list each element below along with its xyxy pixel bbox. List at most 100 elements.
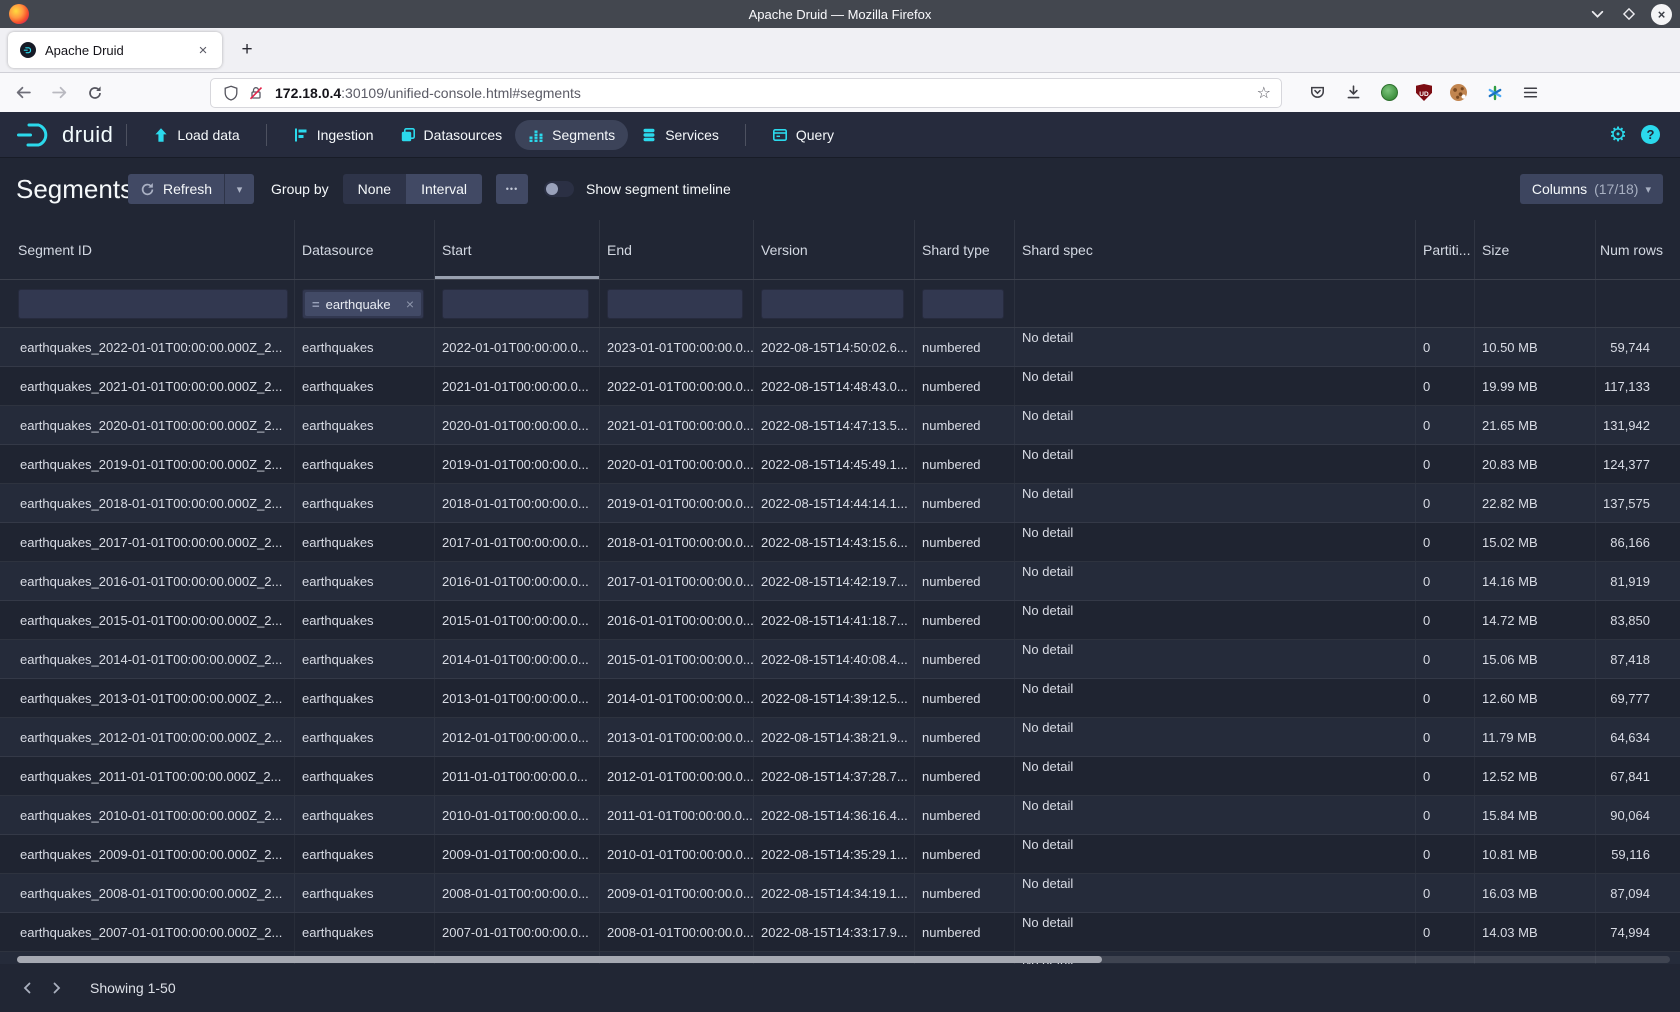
containers-asterisk-icon[interactable] [1485,83,1504,102]
segment-id-cell: earthquakes_2019-01-01T00:00:00.000Z_2..… [0,445,294,483]
help-icon[interactable]: ? [1641,125,1660,144]
segment-id-filter-input[interactable] [18,289,288,319]
toggle-knob [546,183,558,195]
segment-id-cell: earthquakes_2007-01-01T00:00:00.000Z_2..… [0,913,294,951]
table-row[interactable]: earthquakes_2007-01-01T00:00:00.000Z_2..… [0,913,1680,952]
group-by-interval-button[interactable]: Interval [406,174,482,204]
segment-timeline-toggle[interactable] [544,181,574,197]
segment-id-cell: earthquakes_2017-01-01T00:00:00.000Z_2..… [0,523,294,561]
table-row[interactable]: earthquakes_2020-01-01T00:00:00.000Z_2..… [0,406,1680,445]
table-row[interactable]: earthquakes_2010-01-01T00:00:00.000Z_2..… [0,796,1680,835]
window-minimize-icon[interactable] [1587,4,1607,24]
ublock-origin-icon[interactable]: UD [1416,84,1432,101]
cookie-extension-icon[interactable] [1449,83,1468,102]
nav-item-query[interactable]: Query [759,120,847,150]
table-row[interactable]: earthquakes_2018-01-01T00:00:00.000Z_2..… [0,484,1680,523]
reload-icon[interactable] [80,78,110,108]
table-row[interactable]: earthquakes_2013-01-01T00:00:00.000Z_2..… [0,679,1680,718]
segment-id-cell: earthquakes_2020-01-01T00:00:00.000Z_2..… [0,406,294,444]
extension-privacy-icon[interactable] [1380,83,1399,102]
segment-id-cell: earthquakes_2008-01-01T00:00:00.000Z_2..… [0,874,294,912]
table-row[interactable]: earthquakes_2019-01-01T00:00:00.000Z_2..… [0,445,1680,484]
tab-close-icon[interactable]: × [192,39,214,61]
version-cell: 2022-08-15T14:34:19.1... [753,874,914,912]
more-options-button[interactable]: ••• [496,174,528,204]
table-row[interactable]: earthquakes_2017-01-01T00:00:00.000Z_2..… [0,523,1680,562]
segment-id-cell: earthquakes_2018-01-01T00:00:00.000Z_2..… [0,484,294,522]
version-cell: 2022-08-15T14:35:29.1... [753,835,914,873]
browser-tab-apache-druid[interactable]: Apache Druid × [8,32,222,68]
datasource-cell: earthquakes [294,796,434,834]
nav-item-segments[interactable]: Segments [515,120,628,150]
nav-item-load-data[interactable]: Load data [140,120,252,150]
druid-logo-icon [16,120,56,150]
refresh-button[interactable]: Refresh [128,174,224,204]
size-cell: 20.83 MB [1474,445,1595,483]
window-close-icon[interactable]: × [1651,4,1672,25]
end-cell: 2023-01-01T00:00:00.0... [599,328,753,366]
previous-page-icon[interactable] [14,974,42,1002]
browser-toolbar: 172.18.0.4:30109/unified-console.html#se… [0,72,1680,112]
new-tab-button[interactable]: + [232,35,262,65]
shard-spec-cell: No detail [1014,874,1415,912]
back-icon[interactable] [8,78,38,108]
column-header-shard-type[interactable]: Shard type [914,220,1014,279]
size-cell: 15.84 MB [1474,796,1595,834]
datasource-filter-input[interactable]: = earthquake × [302,289,424,319]
end-filter-input[interactable] [607,289,743,319]
gear-icon[interactable]: ⚙ [1609,125,1627,145]
group-by-none-button[interactable]: None [343,174,406,204]
column-header-version[interactable]: Version [753,220,914,279]
table-row[interactable]: earthquakes_2011-01-01T00:00:00.000Z_2..… [0,757,1680,796]
start-cell: 2021-01-01T00:00:00.0... [434,367,599,405]
table-row[interactable]: earthquakes_2008-01-01T00:00:00.000Z_2..… [0,874,1680,913]
start-cell: 2010-01-01T00:00:00.0... [434,796,599,834]
horizontal-scrollbar-thumb[interactable] [17,956,1102,963]
table-row[interactable]: earthquakes_2022-01-01T00:00:00.000Z_2..… [0,328,1680,367]
bookmark-star-icon[interactable]: ☆ [1257,83,1271,103]
column-header-size[interactable]: Size [1474,220,1595,279]
clear-filter-icon[interactable]: × [406,296,414,312]
segment-timeline-label: Show segment timeline [586,181,731,197]
start-filter-input[interactable] [442,289,589,319]
forward-icon[interactable] [44,78,74,108]
window-maximize-icon[interactable] [1619,4,1639,24]
pocket-icon[interactable] [1308,83,1327,102]
column-header-num-rows[interactable]: Num rows [1595,220,1680,279]
column-header-start[interactable]: Start [434,220,599,279]
nav-item-datasources[interactable]: Datasources [387,120,516,150]
table-row[interactable]: earthquakes_2016-01-01T00:00:00.000Z_2..… [0,562,1680,601]
shield-permissions-icon[interactable] [221,83,240,102]
menu-hamburger-icon[interactable] [1521,83,1540,102]
arrow-up-icon [153,127,169,143]
insecure-lock-icon[interactable] [246,83,265,102]
url-bar[interactable]: 172.18.0.4:30109/unified-console.html#se… [210,78,1282,108]
size-cell: 21.65 MB [1474,406,1595,444]
column-header-partitioning[interactable]: Partiti... [1415,220,1474,279]
nav-item-services[interactable]: Services [628,120,732,150]
table-row[interactable]: earthquakes_2009-01-01T00:00:00.000Z_2..… [0,835,1680,874]
num-rows-cell: 117,133 [1595,367,1680,405]
url-host: 172.18.0.4 [275,85,341,101]
num-rows-cell: 131,942 [1595,406,1680,444]
refresh-icon [140,182,155,197]
column-header-end[interactable]: End [599,220,753,279]
end-cell: 2013-01-01T00:00:00.0... [599,718,753,756]
next-page-icon[interactable] [42,974,70,1002]
datasource-cell: earthquakes [294,601,434,639]
num-rows-cell: 69,777 [1595,679,1680,717]
table-row[interactable]: earthquakes_2014-01-01T00:00:00.000Z_2..… [0,640,1680,679]
shard-type-filter-input[interactable] [922,289,1004,319]
downloads-icon[interactable] [1344,83,1363,102]
columns-button[interactable]: Columns (17/18) ▾ [1520,174,1663,204]
column-header-shard-spec[interactable]: Shard spec [1014,220,1415,279]
nav-item-ingestion[interactable]: Ingestion [280,120,387,150]
column-header-datasource[interactable]: Datasource [294,220,434,279]
version-filter-input[interactable] [761,289,904,319]
column-header-segment-id[interactable]: Segment ID [0,220,294,279]
table-row[interactable]: earthquakes_2012-01-01T00:00:00.000Z_2..… [0,718,1680,757]
table-row[interactable]: earthquakes_2021-01-01T00:00:00.000Z_2..… [0,367,1680,406]
start-cell: 2016-01-01T00:00:00.0... [434,562,599,600]
table-row[interactable]: earthquakes_2015-01-01T00:00:00.000Z_2..… [0,601,1680,640]
refresh-dropdown-button[interactable]: ▾ [224,174,254,204]
